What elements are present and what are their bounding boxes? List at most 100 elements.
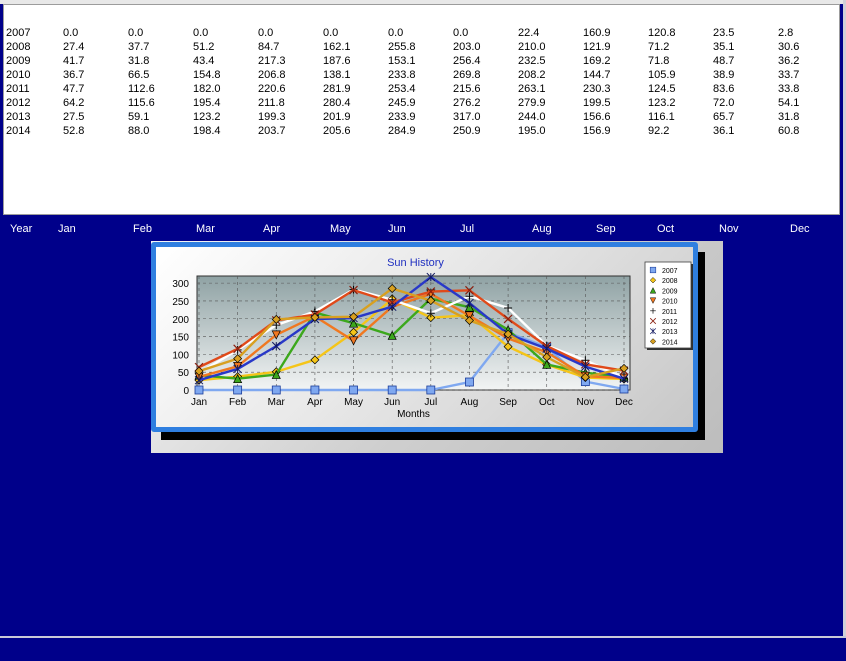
value-cell: 317.0 (453, 111, 481, 123)
value-cell: 59.1 (128, 111, 150, 123)
value-cell: 220.6 (258, 83, 286, 95)
table-row: 2014 52.8 88.0 198.4 203.7 205.6 284.9 250.9 195… (4, 124, 839, 138)
value-cell: 92.2 (648, 125, 670, 137)
value-cell: 156.6 (583, 111, 611, 123)
legend-label: 2007 (662, 268, 678, 275)
value-cell: 33.7 (778, 69, 800, 81)
x-tick-label: Aug (461, 397, 479, 408)
x-tick-label: Dec (615, 397, 633, 408)
value-cell: 156.9 (583, 125, 611, 137)
year-cell: 2007 (6, 27, 31, 39)
table-row: 2012 64.2 115.6 195.4 211.8 280.4 245.9 276.2 27… (4, 96, 839, 110)
value-cell: 0.0 (323, 27, 339, 39)
value-cell: 27.4 (63, 41, 85, 53)
y-tick-label: 250 (172, 297, 189, 308)
y-tick-label: 150 (172, 333, 189, 344)
value-cell: 31.8 (128, 55, 150, 67)
table-row: 2008 27.4 37.7 51.2 84.7 162.1 255.8 203.0 210.0… (4, 40, 839, 54)
value-cell: 0.0 (258, 27, 274, 39)
year-cell: 2013 (6, 111, 31, 123)
x-tick-label: Feb (229, 397, 247, 408)
year-cell: 2010 (6, 69, 31, 81)
value-cell: 279.9 (518, 97, 546, 109)
value-cell: 120.8 (648, 27, 676, 39)
value-cell: 138.1 (323, 69, 351, 81)
value-cell: 206.8 (258, 69, 286, 81)
month-header-sep: Sep (596, 223, 616, 235)
month-header-aug: Aug (532, 223, 552, 235)
sun-history-chart: Sun History 0 50 100 150 200 250 300 Jan Feb Mar Ap… (172, 257, 693, 420)
month-header-feb: Feb (133, 223, 152, 235)
legend-label: 2013 (662, 329, 678, 336)
value-cell: 160.9 (583, 27, 611, 39)
value-cell: 52.8 (63, 125, 85, 137)
month-header-jul: Jul (460, 223, 475, 235)
value-cell: 250.9 (453, 125, 481, 137)
year-cell: 2008 (6, 41, 31, 53)
value-cell: 203.7 (258, 125, 286, 137)
month-header-apr: Apr (263, 223, 281, 235)
x-tick-label: Jun (384, 397, 400, 408)
value-cell: 48.7 (713, 55, 735, 67)
sunshine-data-table: 2007 0.0 0.0 0.0 0.0 0.0 0.0 0.0 22.4 160.9 120.8 2… (3, 4, 840, 215)
value-cell: 233.8 (388, 69, 416, 81)
month-header-nov: Nov (719, 223, 739, 235)
month-header-mar: Mar (196, 223, 215, 235)
value-cell: 253.4 (388, 83, 416, 95)
value-cell: 169.2 (583, 55, 611, 67)
legend-label: 2009 (662, 288, 678, 295)
value-cell: 0.0 (128, 27, 144, 39)
x-tick-label: May (344, 397, 363, 408)
value-cell: 23.5 (713, 27, 735, 39)
year-cell: 2011 (6, 83, 30, 95)
value-cell: 123.2 (193, 111, 221, 123)
x-axis-label: Months (397, 409, 430, 420)
value-cell: 30.6 (778, 41, 800, 53)
value-cell: 124.5 (648, 83, 676, 95)
value-cell: 211.8 (258, 97, 285, 109)
value-cell: 47.7 (63, 83, 85, 95)
value-cell: 60.8 (778, 125, 800, 137)
value-cell: 31.8 (778, 111, 800, 123)
y-tick-label: 0 (183, 386, 189, 397)
legend-label: 2008 (662, 278, 678, 285)
data-point (271, 385, 281, 395)
value-cell: 162.1 (323, 41, 351, 53)
value-cell: 276.2 (453, 97, 481, 109)
x-tick-label: Apr (307, 397, 323, 408)
value-cell: 72.0 (713, 97, 735, 109)
data-point (465, 377, 474, 387)
value-cell: 36.2 (778, 55, 800, 67)
legend-label: 2011 (662, 309, 677, 316)
chart-title: Sun History (387, 257, 444, 269)
value-cell: 43.4 (193, 55, 215, 67)
value-cell: 38.9 (713, 69, 735, 81)
value-cell: 281.9 (323, 83, 351, 95)
table-row: 2011 47.7 112.6 182.0 220.6 281.9 253.4 215.6 26… (4, 82, 839, 96)
x-tick-label: Sep (499, 397, 517, 408)
value-cell: 233.9 (388, 111, 416, 123)
value-cell: 153.1 (388, 55, 416, 67)
legend-label: 2012 (662, 319, 678, 326)
value-cell: 230.3 (583, 83, 611, 95)
data-point (387, 385, 397, 395)
value-cell: 66.5 (128, 69, 150, 81)
value-cell: 255.8 (388, 41, 416, 53)
value-cell: 198.4 (193, 125, 221, 137)
value-cell: 51.2 (193, 41, 215, 53)
x-tick-label: Jan (191, 397, 207, 408)
month-header-dec: Dec (790, 223, 810, 235)
value-cell: 36.7 (63, 69, 85, 81)
x-tick-label: Nov (576, 397, 594, 408)
x-tick-label: Jul (424, 397, 437, 408)
value-cell: 182.0 (193, 83, 221, 95)
value-cell: 0.0 (388, 27, 404, 39)
value-cell: 41.7 (63, 55, 85, 67)
value-cell: 195.4 (193, 97, 221, 109)
y-tick-label: 200 (172, 315, 189, 326)
value-cell: 105.9 (648, 69, 676, 81)
value-cell: 88.0 (128, 125, 150, 137)
value-cell: 144.7 (583, 69, 611, 81)
value-cell: 37.7 (128, 41, 150, 53)
value-cell: 115.6 (128, 97, 155, 109)
